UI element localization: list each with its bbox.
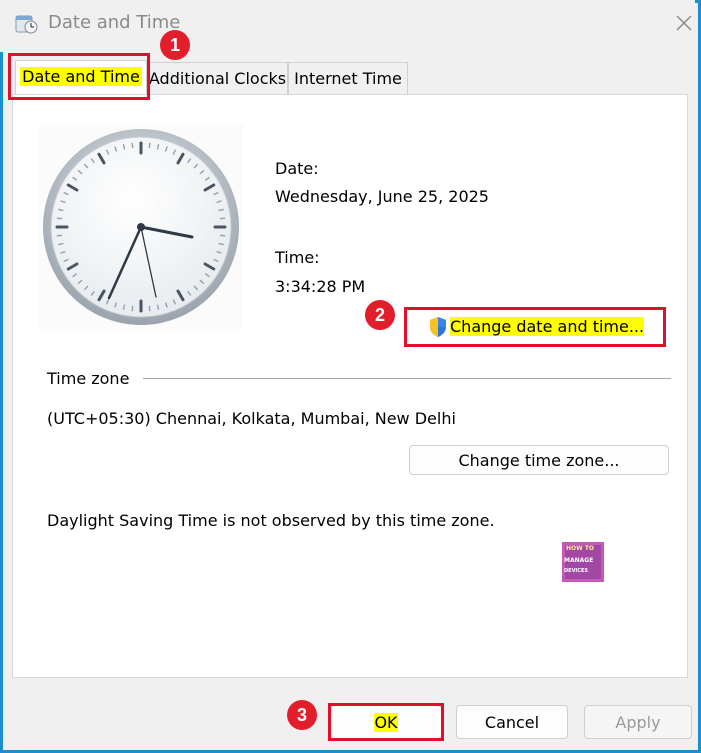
- tab-additional-clocks[interactable]: Additional Clocks: [147, 62, 288, 96]
- clock-minute-tick: [58, 208, 64, 212]
- annotation-box-change-date: [404, 307, 666, 347]
- clock-minute-tick: [218, 242, 224, 246]
- clock-minute-tick: [156, 304, 160, 310]
- clock-minute-tick: [58, 242, 64, 246]
- analog-clock: [39, 125, 243, 329]
- logo-line-1: HOW TO: [566, 545, 595, 552]
- clock-minute-tick: [122, 304, 126, 310]
- annotation-box-ok: [328, 703, 444, 741]
- clock-minute-tick: [218, 208, 224, 212]
- step-badge-3: 3: [287, 700, 317, 730]
- logo-line-2: MANAGE: [564, 557, 594, 564]
- annotation-box-tab: [8, 53, 150, 100]
- time-label: Time:: [275, 248, 320, 267]
- howto-manage-devices-logo: HOW TO MANAGE DEVICES: [562, 542, 604, 582]
- step-badge-2: 2: [365, 300, 395, 330]
- step-badge-1: 1: [160, 30, 190, 60]
- tab-panel: Date: Wednesday, June 25, 2025 Time: 3:3…: [12, 94, 688, 678]
- window-title: Date and Time: [48, 12, 181, 33]
- tab-internet-time[interactable]: Internet Time: [288, 62, 408, 96]
- cancel-button[interactable]: Cancel: [456, 705, 568, 739]
- clock-minute-tick: [156, 144, 160, 150]
- date-time-app-icon: [15, 15, 38, 34]
- logo-line-3: DEVICES: [564, 568, 588, 574]
- timezone-section-label: Time zone: [47, 369, 130, 388]
- clock-minute-tick: [122, 144, 126, 150]
- date-label: Date:: [275, 159, 319, 178]
- title-bar: Date and Time: [0, 0, 695, 52]
- tab-label: Internet Time: [294, 69, 402, 88]
- tab-label: Additional Clocks: [148, 69, 287, 88]
- apply-button[interactable]: Apply: [584, 705, 692, 739]
- clock-face-icon: [43, 129, 239, 325]
- section-divider: [143, 378, 671, 379]
- dst-note: Daylight Saving Time is not observed by …: [47, 511, 495, 530]
- close-icon[interactable]: [670, 8, 698, 38]
- date-value: Wednesday, June 25, 2025: [275, 187, 489, 206]
- time-value: 3:34:28 PM: [275, 277, 366, 296]
- change-time-zone-button[interactable]: Change time zone...: [409, 445, 669, 475]
- timezone-value: (UTC+05:30) Chennai, Kolkata, Mumbai, Ne…: [47, 409, 456, 428]
